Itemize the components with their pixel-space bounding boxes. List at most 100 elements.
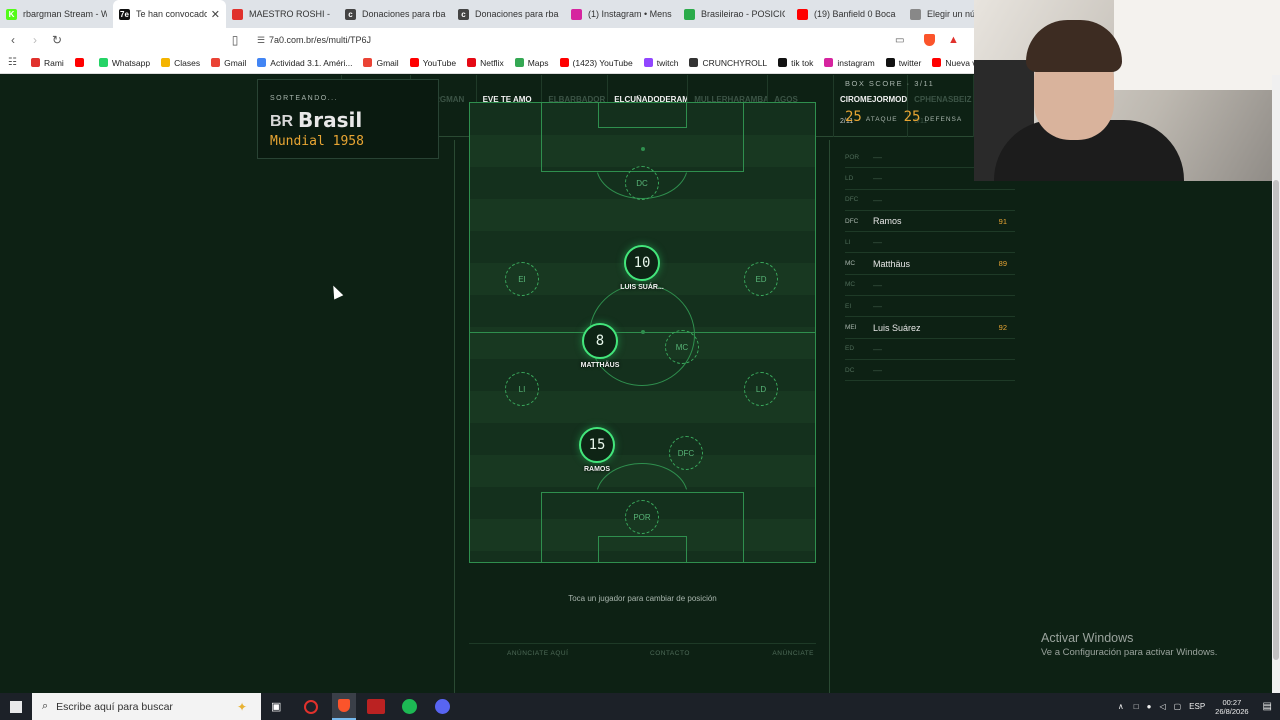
notifications-icon[interactable]: ▤ <box>1263 701 1272 712</box>
brave-shield-icon[interactable] <box>924 34 935 46</box>
bookmark-item[interactable]: Maps <box>514 58 549 68</box>
spotify-icon[interactable] <box>402 699 417 714</box>
clock[interactable]: 00:27 26/8/2026 <box>1215 698 1248 716</box>
lineup-row[interactable]: DFC Ramos 91 <box>845 211 1015 233</box>
top-penalty-spot <box>641 147 645 151</box>
tab-favicon-icon <box>797 8 808 20</box>
empty-position-slot[interactable]: ED <box>744 262 778 296</box>
search-placeholder: Escribe aquí para buscar <box>56 700 173 713</box>
bookmark-favicon-icon <box>559 58 569 67</box>
lineup-row[interactable]: MC — <box>845 275 1015 297</box>
row-player-name: Ramos <box>873 216 902 227</box>
row-player-name: — <box>873 152 882 163</box>
browser-tab[interactable]: 7e Te han convocado ✕ <box>113 0 226 28</box>
bookmark-favicon-icon <box>932 58 942 67</box>
browser-tab[interactable]: Brasileirao - POSICIO <box>678 0 791 28</box>
bookmark-item[interactable]: (1423) YouTube <box>559 58 633 68</box>
url-field[interactable]: 7a0.com.br/es/multi/TP6J <box>245 32 371 48</box>
bookmark-item[interactable]: CRUNCHYROLL <box>689 58 767 68</box>
lineup-row[interactable]: ED — <box>845 339 1015 360</box>
ad-center-bottom[interactable]: CONTACTO <box>650 650 690 657</box>
network-icon[interactable]: □ <box>1134 702 1139 711</box>
empty-position-slot[interactable]: POR <box>625 500 659 534</box>
bookmark-icon[interactable]: ▯ <box>226 33 244 47</box>
close-tab-icon[interactable]: ✕ <box>211 8 220 21</box>
ad-right-bottom[interactable]: ANÚNCIATE <box>772 650 814 657</box>
bookmark-item[interactable]: Clases <box>161 58 200 68</box>
bookmark-item[interactable] <box>74 58 88 67</box>
volume-icon[interactable]: ◁ <box>1159 702 1165 711</box>
reload-icon[interactable]: ↻ <box>48 33 66 47</box>
lineup-row[interactable]: DFC — <box>845 190 1015 211</box>
empty-position-slot[interactable]: DFC <box>669 436 703 470</box>
app-icon-1[interactable] <box>304 700 318 714</box>
ad-left-bottom[interactable]: ANÚNCIATE AQUÍ <box>507 650 568 657</box>
row-position: MC <box>845 260 856 268</box>
activation-title: Activar Windows <box>1041 631 1134 645</box>
forward-icon[interactable]: › <box>26 33 44 47</box>
bookmark-item[interactable]: instagram <box>824 58 875 68</box>
lineup-row[interactable]: LI — <box>845 232 1015 254</box>
lineup-row[interactable]: MEI Luis Suárez 92 <box>845 317 1015 339</box>
tab-favicon-icon <box>571 8 582 20</box>
placed-player-token[interactable]: 10 <box>624 245 660 281</box>
tab-favicon-icon: c <box>458 8 469 20</box>
bookmark-label: twitter <box>898 57 922 68</box>
lineup-row[interactable]: EI — <box>845 296 1015 318</box>
browser-tab[interactable]: (1) Instagram • Mens <box>565 0 678 28</box>
bookmark-item[interactable]: Gmail <box>211 58 246 68</box>
video-app-icon[interactable] <box>367 699 385 714</box>
bookmark-item[interactable]: twitch <box>643 58 678 68</box>
empty-position-slot[interactable]: DC <box>625 166 659 200</box>
bookmark-item[interactable]: Rami <box>30 57 64 68</box>
meet-icon[interactable]: ▢ <box>1174 702 1182 711</box>
bookmark-item[interactable]: Gmail <box>363 58 399 68</box>
lineup-row[interactable]: MC Matthäus 89 <box>845 253 1015 275</box>
placed-player-token[interactable]: 15 <box>579 427 615 463</box>
empty-position-slot[interactable]: LD <box>744 372 778 406</box>
apps-icon[interactable]: ☷ <box>8 57 17 68</box>
bookmark-favicon-icon <box>161 58 171 67</box>
bookmark-label: Actividad 3.1. Améri... <box>270 57 353 68</box>
row-player-name: — <box>873 343 882 354</box>
language-indicator[interactable]: ESP <box>1189 702 1205 711</box>
empty-position-slot[interactable]: LI <box>505 372 539 406</box>
start-icon[interactable] <box>10 701 22 713</box>
right-divider <box>829 140 830 693</box>
back-icon[interactable]: ‹ <box>4 33 22 47</box>
browser-tab[interactable]: c Donaciones para rba <box>452 0 565 28</box>
player-name: CPHENASBEIZ <box>914 95 972 104</box>
bookmark-item[interactable]: YouTube <box>409 58 456 68</box>
brave-rewards-icon[interactable]: ▲ <box>948 34 959 46</box>
empty-position-slot[interactable]: MC <box>665 330 699 364</box>
bookmark-item[interactable]: Whatsapp <box>98 58 150 68</box>
browser-tab[interactable]: (19) Banfield 0 Boca <box>791 0 904 28</box>
browser-tab[interactable]: MAESTRO ROSHI - Bri <box>226 0 339 28</box>
page-scrollbar[interactable] <box>1272 75 1280 693</box>
browser-tab[interactable]: c Donaciones para rba <box>339 0 452 28</box>
task-view-icon[interactable]: ▣ <box>271 700 281 713</box>
bookmark-favicon-icon <box>74 58 84 67</box>
bookmark-item[interactable]: twitter <box>885 57 922 68</box>
bookmark-favicon-icon <box>467 58 477 67</box>
clock-date: 26/8/2026 <box>1215 706 1249 716</box>
bookmark-item[interactable]: Actividad 3.1. Améri... <box>257 58 352 68</box>
browser-tab[interactable]: Krbargman Stream - W <box>0 0 113 28</box>
brave-taskbar-icon[interactable] <box>332 693 356 720</box>
bookmark-favicon-icon <box>643 58 653 67</box>
bookmark-item[interactable]: tik tok <box>778 58 813 68</box>
bookmark-favicon-icon <box>409 58 419 67</box>
country-code: BR <box>270 113 294 130</box>
cast-icon[interactable]: ▭ <box>895 35 904 46</box>
mic-icon[interactable]: ● <box>1147 702 1152 711</box>
discord-icon[interactable] <box>435 699 450 714</box>
scrollbar-thumb[interactable] <box>1273 180 1279 660</box>
taskbar-search[interactable]: ⌕ Escribe aquí para buscar ✦ <box>32 693 261 720</box>
tray-chevron-icon[interactable]: ∧ <box>1118 702 1124 711</box>
lineup-row[interactable]: DC — <box>845 360 1015 382</box>
placed-player-token[interactable]: 8 <box>582 323 618 359</box>
bookmark-label: Rami <box>43 57 64 68</box>
bookmark-item[interactable]: Netflix <box>467 58 504 68</box>
bookmark-label: Netflix <box>480 57 504 68</box>
empty-position-slot[interactable]: EI <box>505 262 539 296</box>
